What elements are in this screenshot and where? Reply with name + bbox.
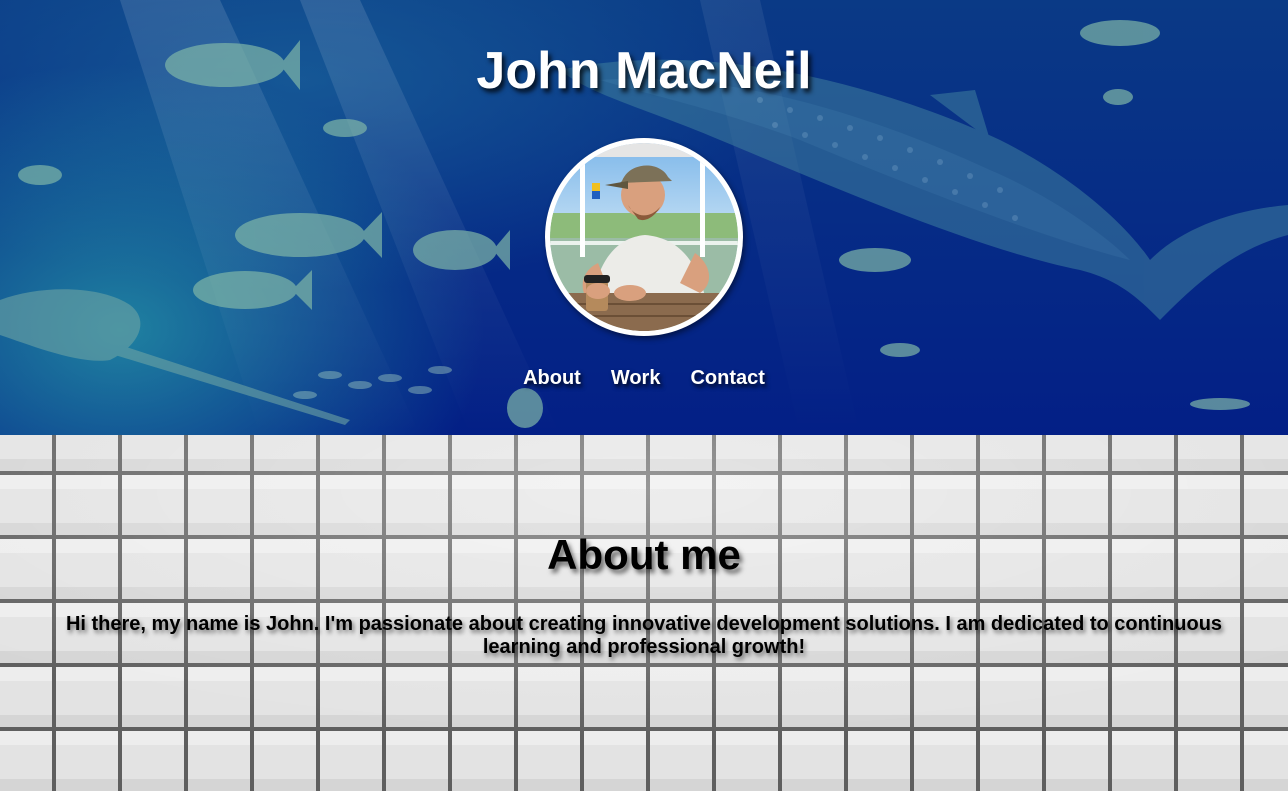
about-paragraph: Hi there, my name is John. I'm passionat… bbox=[65, 613, 1223, 658]
about-heading: About me bbox=[547, 531, 741, 578]
nav-link-work[interactable]: Work bbox=[611, 366, 661, 390]
profile-avatar bbox=[545, 138, 743, 336]
about-section: About me Hi there, my name is John. I'm … bbox=[0, 435, 1288, 791]
main-nav: About Work Contact bbox=[0, 366, 1288, 390]
profile-photo bbox=[550, 143, 738, 331]
nav-link-about[interactable]: About bbox=[523, 366, 581, 390]
site-title: John MacNeil bbox=[476, 42, 812, 100]
nav-link-contact[interactable]: Contact bbox=[690, 366, 764, 390]
hero-header: John MacNeil About Work Contact bbox=[0, 0, 1288, 435]
